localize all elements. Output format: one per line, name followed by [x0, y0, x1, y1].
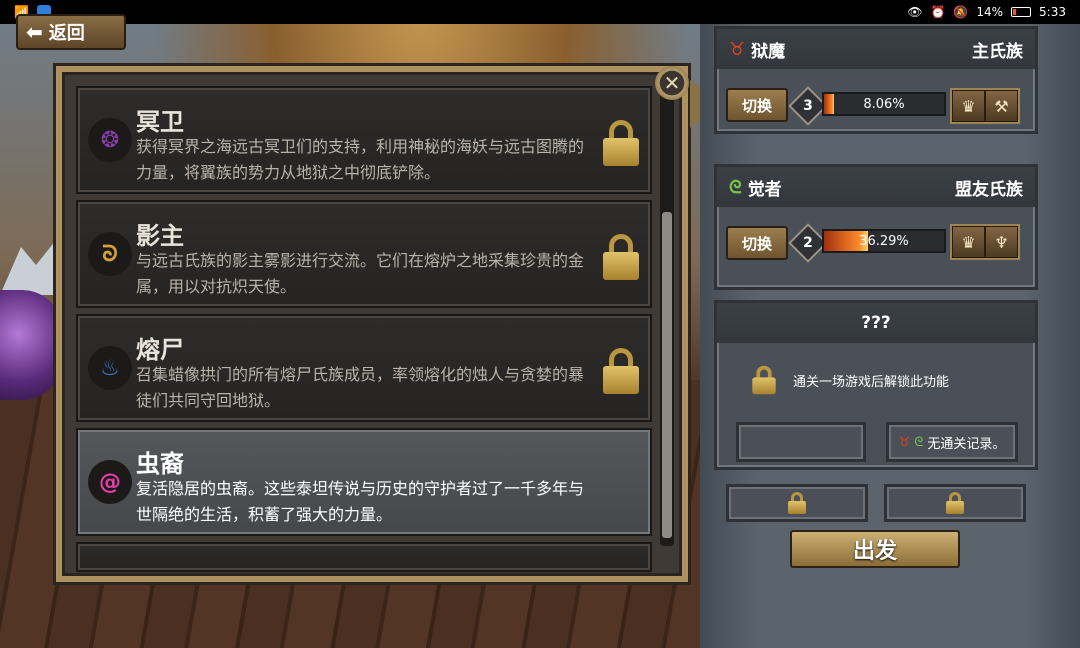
unknown-header: ???: [717, 303, 1035, 343]
clan-emblem-icon: @: [88, 460, 132, 504]
clan-emblem-icon: ❂: [88, 118, 132, 162]
clan-list-scrollbar[interactable]: [660, 86, 674, 546]
clan-card-yingzhu[interactable]: ᘐ 影主 与远古氏族的影主雾影进行交流。它们在熔炉之地采集珍贵的金属，用以对抗炽…: [76, 200, 652, 308]
primary-switch-button[interactable]: 切换: [726, 88, 788, 122]
ally-emblem-pair[interactable]: ♛ ♆: [950, 224, 1020, 260]
eye-icon: 👁: [907, 5, 923, 19]
primary-clan-type: 主氏族: [972, 41, 1023, 62]
lock-icon: [603, 348, 639, 394]
clan-card-next[interactable]: [76, 542, 652, 572]
unlock-hint: 通关一场游戏后解锁此功能: [793, 374, 950, 390]
primary-progress-bar: 8.06%: [822, 92, 946, 116]
clan-select-panel: ❂ 冥卫 获得冥界之海远古冥卫们的支持，利用神秘的海妖与远古图腾的力量，将翼族的…: [56, 66, 688, 582]
clock: 5:33: [1039, 5, 1066, 19]
clan-name: 熔尸: [136, 336, 184, 364]
record-slot[interactable]: ♉ ᘓ 无通关记录。: [886, 422, 1018, 462]
lock-icon: [603, 234, 639, 280]
clan-description: 与远古氏族的影主雾影进行交流。它们在熔炉之地采集珍贵的金属，用以对抗炽天使。: [136, 251, 585, 296]
empty-slot[interactable]: [736, 422, 866, 462]
back-button[interactable]: ⬅ 返回: [16, 14, 126, 50]
ally-role-name: 觉者: [747, 179, 782, 200]
clan-list: ❂ 冥卫 获得冥界之海远古冥卫们的支持，利用神秘的海妖与远古图腾的力量，将翼族的…: [76, 86, 656, 576]
close-icon: ✕: [663, 71, 681, 95]
clan-description: 获得冥界之海远古冥卫们的支持，利用神秘的海妖与远古图腾的力量，将翼族的势力从地狱…: [136, 137, 585, 182]
snowy-mountain: [0, 235, 60, 295]
back-arrow-icon: ⬅: [26, 20, 43, 44]
ally-progress-bar: 36.29%: [822, 229, 946, 253]
horns-icon: ♉: [898, 434, 911, 450]
ally-level: 2: [803, 235, 813, 251]
lock-icon: [788, 492, 806, 514]
ally-progress-text: 36.29%: [859, 233, 909, 249]
scrollbar-thumb[interactable]: [662, 212, 672, 538]
ally-clan-header: ᘓ 觉者 盟友氏族: [717, 167, 1035, 207]
depart-button[interactable]: 出发: [790, 530, 960, 568]
primary-role-name: 狱魔: [751, 41, 786, 62]
minghui-emblem-icon: ❂: [100, 127, 120, 153]
spiral-emblem-icon: @: [99, 469, 121, 495]
ally-switch-button[interactable]: 切换: [726, 226, 788, 260]
clan-emblem-icon: ᘐ: [88, 232, 132, 276]
clan-name: 冥卫: [136, 108, 184, 136]
flame-emblem-icon: ♨: [100, 355, 120, 381]
clan-name: 影主: [136, 222, 184, 250]
clan-description: 复活隐居的虫裔。这些泰坦传说与历史的守护者过了一千多年与世隔绝的生活，积蓄了强大…: [136, 479, 585, 524]
primary-emblem-pair[interactable]: ♛ ⚒: [950, 88, 1020, 124]
demon-emblem-icon: ♛: [952, 226, 985, 258]
lock-icon: [603, 120, 639, 166]
clan-name: 虫裔: [136, 450, 184, 478]
yingzhu-emblem-icon: ᘐ: [102, 241, 118, 267]
unknown-title: ???: [861, 313, 891, 333]
locked-slot-2[interactable]: [884, 484, 1026, 522]
lock-icon: [946, 492, 964, 514]
clan-card-rongshi[interactable]: ♨ 熔尸 召集蜡像拱门的所有熔尸氏族成员，率领熔化的烛人与贪婪的暴徒们共同守回地…: [76, 314, 652, 422]
primary-progress-fill: [824, 94, 834, 114]
primary-progress-text: 8.06%: [863, 96, 905, 112]
mute-icon: 🔕: [953, 5, 969, 19]
locked-slot-1[interactable]: [726, 484, 868, 522]
primary-clan-header: ♉ 狱魔 主氏族: [717, 29, 1035, 69]
sprout-icon: ᘓ: [914, 434, 924, 450]
clan-card-minghui[interactable]: ❂ 冥卫 获得冥界之海远古冥卫们的支持，利用神秘的海妖与远古图腾的力量，将翼族的…: [76, 86, 652, 194]
trident-emblem-icon: ♆: [985, 226, 1018, 258]
horns-icon: ♉: [729, 38, 746, 60]
demon-emblem-icon: ♛: [952, 90, 985, 122]
back-button-label: 返回: [48, 23, 85, 44]
axe-emblem-icon: ⚒: [985, 90, 1018, 122]
lock-icon: [752, 365, 776, 395]
close-button[interactable]: ✕: [655, 66, 689, 100]
alarm-icon: ⏰: [930, 5, 946, 19]
record-text: 无通关记录。: [927, 436, 1006, 452]
clan-card-chongyi[interactable]: @ 虫裔 复活隐居的虫裔。这些泰坦传说与历史的守护者过了一千多年与世隔绝的生活，…: [76, 428, 652, 536]
status-bar: 📶 👁 ⏰ 🔕 14% 5:33: [0, 0, 1080, 24]
sprout-icon: ᘓ: [729, 176, 742, 198]
clan-description: 召集蜡像拱门的所有熔尸氏族成员，率领熔化的烛人与贪婪的暴徒们共同守回地狱。: [136, 365, 585, 410]
purple-creature: [0, 290, 62, 400]
clan-emblem-icon: ♨: [88, 346, 132, 390]
battery-icon: [1011, 7, 1032, 17]
primary-level: 3: [803, 98, 813, 114]
ally-clan-type: 盟友氏族: [955, 179, 1023, 200]
battery-percent: 14%: [976, 5, 1004, 19]
